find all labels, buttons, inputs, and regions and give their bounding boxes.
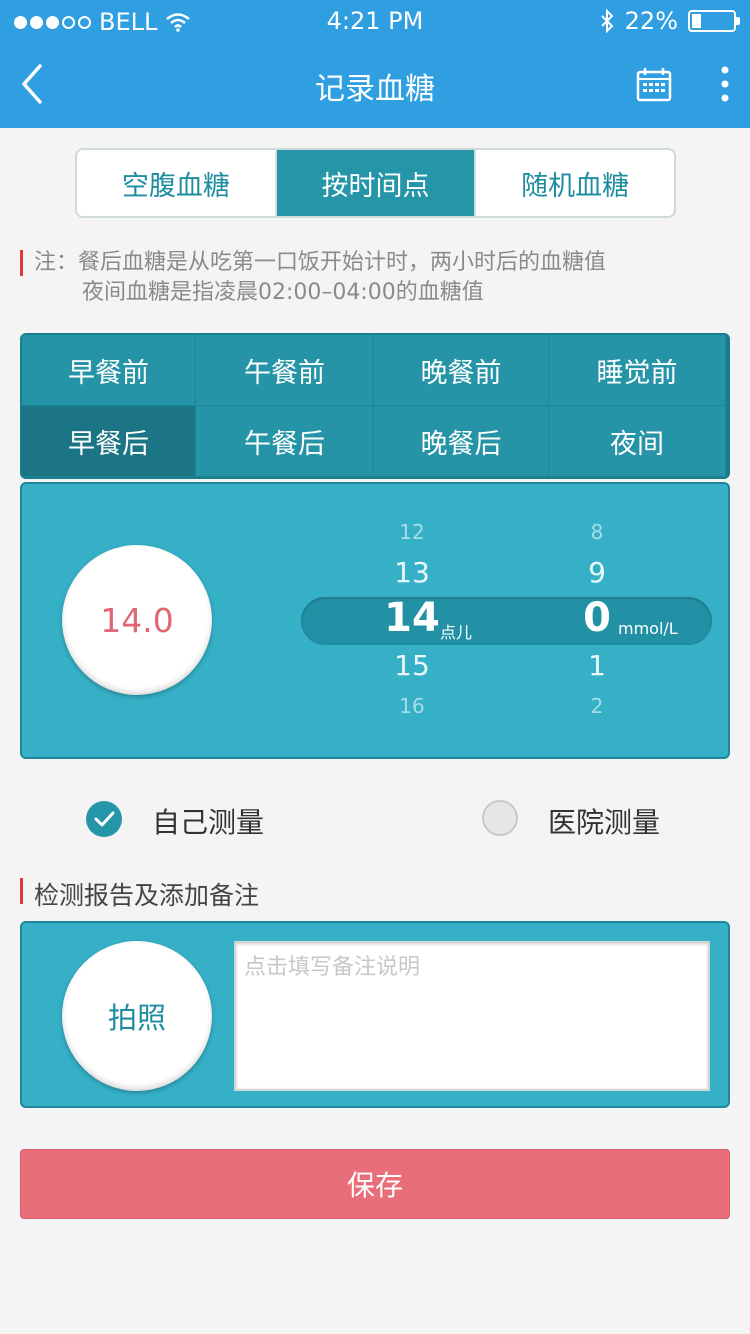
measure-type-tabs: 空腹血糖 按时间点 随机血糖 <box>75 148 676 218</box>
slot-after-breakfast[interactable]: 早餐后 <box>22 406 196 477</box>
wheel-item[interactable]: 1 <box>557 649 637 682</box>
wheel-item[interactable]: 15 <box>372 649 452 682</box>
hospital-measure-radio[interactable] <box>482 800 518 836</box>
slot-before-sleep[interactable]: 睡觉前 <box>549 335 726 406</box>
self-measure-radio[interactable] <box>86 801 122 837</box>
wheel-item[interactable]: 12 <box>372 520 452 544</box>
battery-percent: 22% <box>624 7 678 35</box>
time-slot-grid: 早餐前 午餐前 晚餐前 睡觉前 早餐后 午餐后 晚餐后 夜间 <box>20 333 730 479</box>
note-line-1: 注：餐后血糖是从吃第一口饭开始计时，两小时后的血糖值 <box>34 250 607 275</box>
save-button[interactable]: 保存 <box>20 1149 730 1219</box>
glucose-value-panel: 14.0 12 13 14 15 16 点儿 8 9 0 1 2 mmol/L <box>20 482 730 759</box>
wheel-item[interactable]: 8 <box>557 520 637 544</box>
section-title: 检测报告及添加备注 <box>34 881 260 910</box>
more-vertical-icon[interactable] <box>710 64 740 104</box>
calendar-icon[interactable] <box>636 66 672 102</box>
slot-after-lunch[interactable]: 午餐后 <box>196 406 374 477</box>
slot-before-dinner[interactable]: 晚餐前 <box>374 335 549 406</box>
tab-by-time[interactable]: 按时间点 <box>276 150 477 216</box>
nav-bar: 记录血糖 <box>0 40 750 128</box>
remarks-panel: 拍照 <box>20 921 730 1108</box>
wheel-item[interactable]: 16 <box>372 694 452 718</box>
self-measure-label[interactable]: 自己测量 <box>152 801 264 841</box>
point-label: 点儿 <box>440 623 473 642</box>
tab-fasting[interactable]: 空腹血糖 <box>77 150 277 216</box>
wheel-item[interactable]: 2 <box>557 694 637 718</box>
time-slot-row: 早餐后 午餐后 晚餐后 夜间 <box>22 406 728 477</box>
wheel-item[interactable]: 13 <box>372 556 452 589</box>
bluetooth-icon <box>600 9 614 33</box>
unit-label: mmol/L <box>618 619 678 638</box>
hospital-measure-label[interactable]: 医院测量 <box>548 801 660 841</box>
glucose-value-display: 14.0 <box>62 545 212 695</box>
tab-random[interactable]: 随机血糖 <box>476 150 674 216</box>
slot-before-lunch[interactable]: 午餐前 <box>196 335 374 406</box>
slot-after-dinner[interactable]: 晚餐后 <box>374 406 549 477</box>
note-line-2: 夜间血糖是指凌晨02:00–04:00的血糖值 <box>82 280 484 305</box>
time-slot-row: 早餐前 午餐前 晚餐前 睡觉前 <box>22 335 728 406</box>
slot-night[interactable]: 夜间 <box>549 406 726 477</box>
remark-input[interactable] <box>234 941 710 1091</box>
section-accent-bar <box>20 878 23 904</box>
take-photo-button[interactable]: 拍照 <box>62 941 212 1091</box>
status-right: 22% <box>599 7 740 35</box>
checkmark-icon <box>94 811 115 827</box>
note-accent-bar <box>20 250 23 276</box>
battery-icon <box>688 10 740 32</box>
slot-before-breakfast[interactable]: 早餐前 <box>22 335 196 406</box>
wheel-item[interactable]: 9 <box>557 556 637 589</box>
status-bar: BELL 4:21 PM 22% <box>0 0 750 40</box>
